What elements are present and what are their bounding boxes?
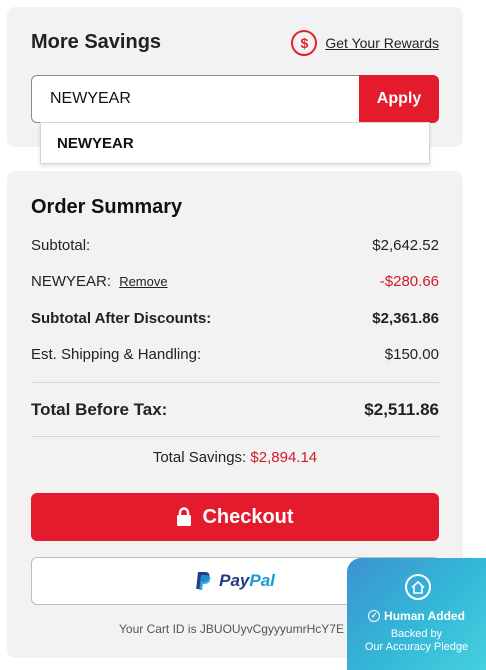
get-rewards-label[interactable]: Get Your Rewards	[325, 35, 439, 51]
after-discount-label: Subtotal After Discounts:	[31, 310, 212, 327]
pledge-sub-line1: Backed by	[390, 628, 443, 640]
shipping-label: Est. Shipping & Handling:	[31, 346, 202, 363]
shipping-row: Est. Shipping & Handling: $150.00	[31, 346, 439, 363]
pledge-sub-line2: Our Accuracy Pledge	[364, 641, 469, 653]
order-summary-title: Order Summary	[31, 196, 183, 218]
after-discount-value: $2,361.86	[372, 310, 439, 327]
divider	[31, 436, 439, 437]
more-savings-title: More Savings	[31, 31, 162, 53]
paypal-wordmark: PayPal	[219, 571, 275, 591]
shipping-value: $150.00	[384, 346, 439, 363]
discount-row: NEWYEAR: Remove -$280.66	[31, 273, 439, 290]
dollar-icon: $	[291, 30, 318, 56]
apply-button[interactable]: Apply	[359, 75, 439, 123]
pledge-subtitle: Backed by Our Accuracy Pledge	[347, 628, 486, 654]
lock-icon	[177, 507, 192, 526]
total-savings-value: $2,894.14	[250, 449, 318, 466]
total-savings-line: Total Savings: $2,894.14	[7, 449, 463, 466]
total-label: Total Before Tax:	[31, 400, 168, 419]
subtotal-value: $2,642.52	[372, 237, 439, 254]
get-rewards-link[interactable]: $ Get Your Rewards	[291, 30, 439, 56]
check-circle-icon: ✓	[368, 610, 381, 622]
total-row: Total Before Tax: $2,511.86	[31, 400, 439, 420]
promo-code-input[interactable]	[31, 75, 359, 123]
total-savings-label: Total Savings:	[152, 449, 247, 466]
paypal-logo-icon	[196, 572, 211, 590]
checkout-button[interactable]: Checkout	[31, 493, 439, 541]
discount-label-group: NEWYEAR: Remove	[31, 273, 168, 290]
promo-suggestion-item[interactable]: NEWYEAR	[40, 122, 430, 164]
cart-id-text: Your Cart ID is JBUOUyvCgyyyumrHcY7E	[119, 622, 344, 636]
human-added-title: ✓ Human Added	[347, 609, 486, 623]
checkout-label: Checkout	[202, 505, 294, 528]
divider	[31, 382, 439, 383]
home-icon	[405, 574, 431, 600]
subtotal-row: Subtotal: $2,642.52	[31, 237, 439, 254]
human-added-label: Human Added	[384, 609, 465, 623]
discount-code-label: NEWYEAR:	[31, 273, 112, 290]
paypal-pal-text: Pal	[249, 571, 275, 590]
total-value: $2,511.86	[364, 400, 439, 419]
paypal-pay-text: Pay	[219, 571, 250, 590]
accuracy-pledge-badge[interactable]: ✓ Human Added Backed by Our Accuracy Ple…	[347, 558, 486, 670]
promo-code-row: Apply	[31, 75, 439, 123]
after-discount-row: Subtotal After Discounts: $2,361.86	[31, 310, 439, 327]
remove-discount-link[interactable]: Remove	[119, 274, 167, 289]
subtotal-label: Subtotal:	[31, 237, 91, 254]
discount-value: -$280.66	[379, 273, 439, 290]
